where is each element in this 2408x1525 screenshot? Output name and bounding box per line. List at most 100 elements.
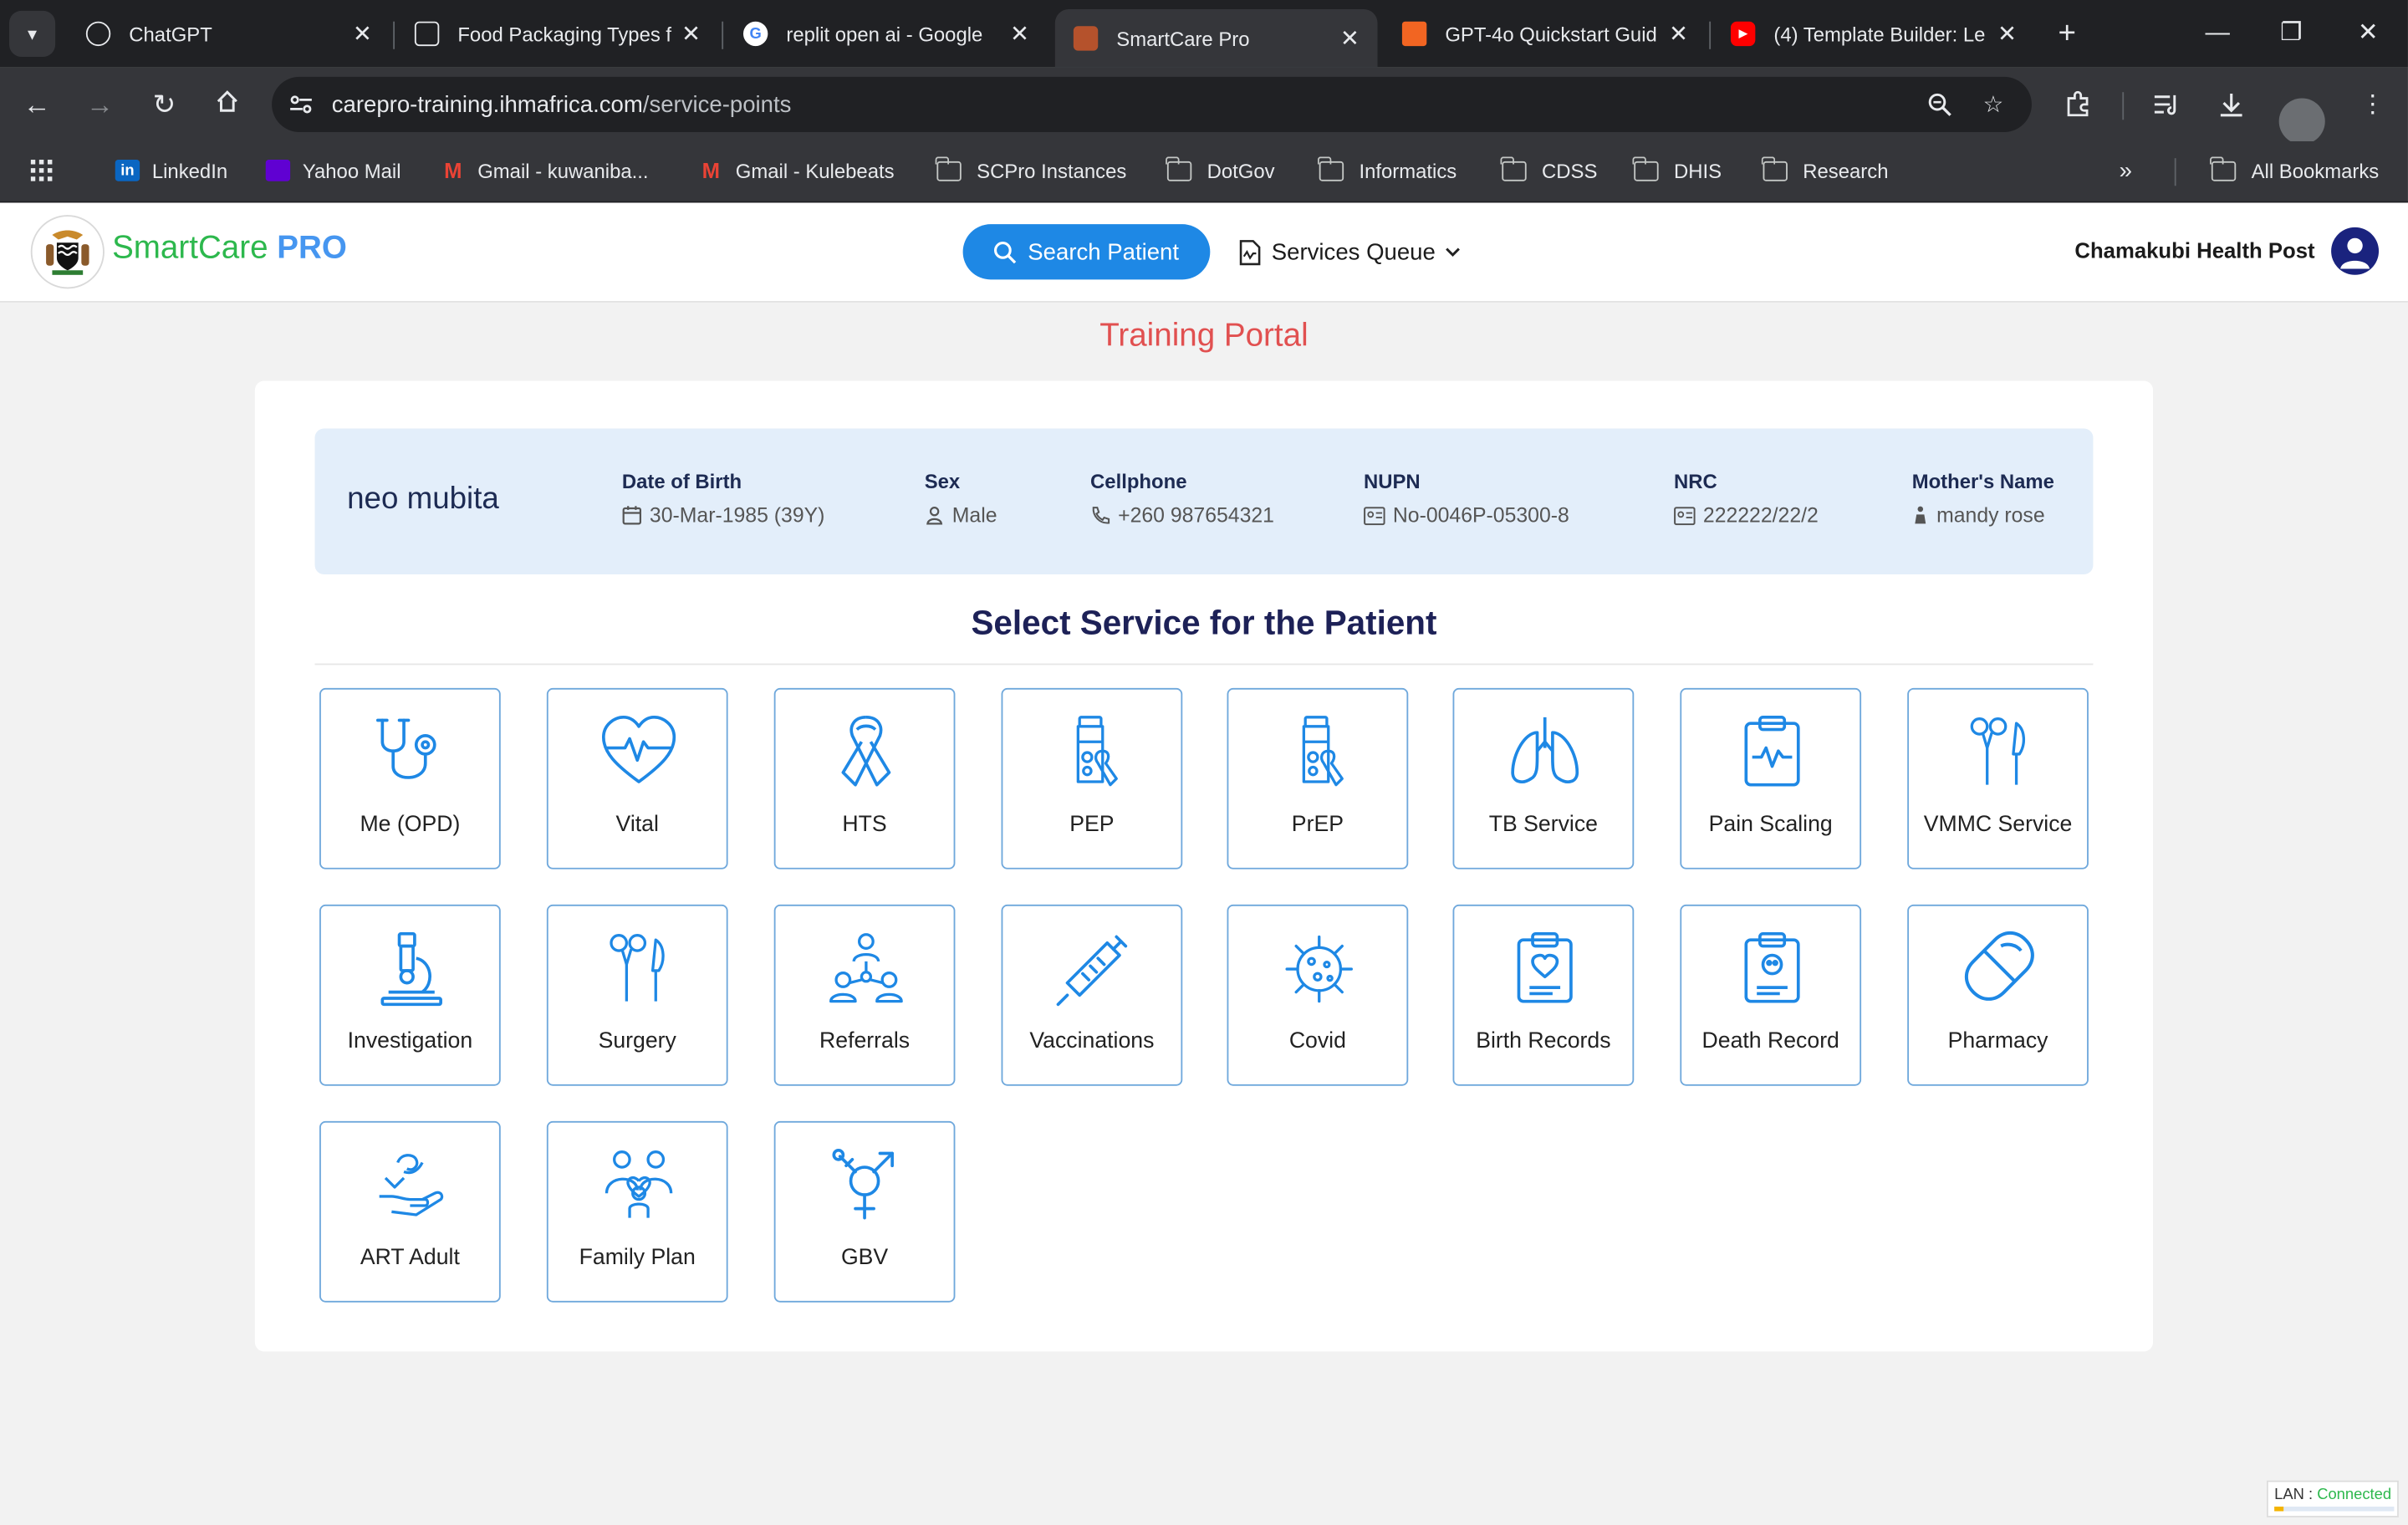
address-bar[interactable]: carepro-training.ihmafrica.com/service-p… (272, 76, 2032, 132)
more-bookmarks-chevron-icon[interactable]: » (2120, 154, 2132, 187)
site-info-icon[interactable] (279, 83, 322, 125)
service-tile-referrals[interactable]: Referrals (773, 904, 956, 1086)
forward-button[interactable]: → (79, 83, 121, 125)
tab-title: ChatGPT (129, 22, 212, 46)
syringe-icon (1056, 935, 1128, 1007)
close-icon[interactable]: ✕ (344, 20, 380, 48)
portal-title: Training Portal (1099, 318, 1309, 354)
bookmark-star-icon[interactable]: ☆ (1972, 83, 2014, 125)
close-icon[interactable]: ✕ (1660, 20, 1696, 48)
restore-button[interactable]: ❐ (2261, 13, 2322, 55)
close-icon[interactable]: ✕ (1331, 24, 1368, 52)
reload-button[interactable]: ↻ (143, 83, 186, 125)
mother-child-icon (1915, 506, 1926, 524)
close-window-button[interactable]: ✕ (2337, 13, 2398, 55)
brand-logo-text[interactable]: SmartCare PRO (112, 231, 347, 268)
heart-pulse-icon (601, 715, 676, 783)
service-tile-tb[interactable]: TB Service (1452, 687, 1635, 870)
bookmark-folder-cdss[interactable]: CDSS (1501, 154, 1597, 187)
browser-tabstrip: ▾ ChatGPT ✕ Food Packaging Types f ✕ G r… (0, 0, 2408, 68)
family-icon (605, 1150, 673, 1218)
bookmark-gmail-1[interactable]: M Gmail - kuwaniba... (441, 154, 648, 187)
bookmark-yahoo-mail[interactable]: Yahoo Mail (265, 154, 401, 187)
home-icon (217, 90, 237, 112)
perplexity-icon (414, 21, 440, 47)
profile-avatar-icon[interactable] (2278, 98, 2325, 145)
patient-name: neo mubita (347, 482, 499, 517)
divider (314, 663, 2094, 666)
tab-search-button[interactable]: ▾ (9, 10, 56, 57)
user-account-icon[interactable] (2331, 227, 2380, 275)
browser-tab[interactable]: Food Packaging Types f ✕ (396, 9, 719, 59)
service-tile-prep[interactable]: PrEP (1227, 687, 1409, 870)
new-tab-button[interactable]: + (2048, 13, 2085, 55)
queue-document-icon (1239, 239, 1261, 265)
patient-dob: Date of Birth 30-Mar-1985 (39Y) (621, 470, 825, 528)
service-tile-vmmc[interactable]: VMMC Service (1907, 687, 2089, 870)
patient-mother: Mother's Name mandy rose (1911, 470, 2054, 528)
coat-of-arms-logo[interactable] (30, 215, 105, 289)
id-card-icon (1674, 506, 1696, 525)
services-queue-dropdown[interactable]: Services Queue (1237, 233, 1472, 270)
tab-title: Food Packaging Types f (457, 22, 672, 46)
service-tile-hts[interactable]: HTS (773, 687, 956, 870)
gmail-icon: M (444, 158, 462, 183)
calendar-icon (622, 506, 642, 525)
person-icon (926, 506, 943, 525)
people-network-icon (829, 933, 903, 1003)
bookmark-gmail-2[interactable]: M Gmail - Kulebeats (699, 154, 895, 187)
service-tile-art-adult[interactable]: ART Adult (319, 1120, 501, 1303)
bookmark-folder-scpro[interactable]: SCPro Instances (936, 154, 1126, 187)
chunk-icon (1401, 21, 1427, 47)
app-header: SmartCare PRO Search Patient Services Qu… (0, 202, 2408, 303)
service-tile-family-plan[interactable]: Family Plan (546, 1120, 728, 1303)
media-controls-icon[interactable] (2145, 83, 2188, 125)
service-tile-covid[interactable]: Covid (1227, 904, 1409, 1086)
section-title: Select Service for the Patient (971, 603, 1437, 642)
browser-tab-active[interactable]: SmartCare Pro ✕ (1054, 9, 1378, 68)
bookmarks-bar: in LinkedIn Yahoo Mail M Gmail - kuwanib… (0, 140, 2408, 203)
minimize-button[interactable]: — (2186, 13, 2247, 55)
all-bookmarks-folder[interactable]: All Bookmarks (2210, 154, 2379, 187)
folder-icon (1633, 156, 1659, 181)
service-tile-death-record[interactable]: Death Record (1680, 904, 1862, 1086)
service-tile-pharmacy[interactable]: Pharmacy (1907, 904, 2089, 1086)
search-patient-button[interactable]: Search Patient (962, 224, 1211, 280)
browser-tab[interactable]: G replit open ai - Google ✕ (725, 9, 1048, 59)
extensions-icon[interactable] (2056, 83, 2099, 125)
hand-pill-icon (379, 1154, 444, 1216)
service-tile-pep[interactable]: PEP (1001, 687, 1183, 870)
service-tile-opd[interactable]: Me (OPD) (319, 687, 501, 870)
service-tile-vital[interactable]: Vital (546, 687, 728, 870)
home-button[interactable] (206, 83, 248, 125)
apps-grid-icon[interactable] (30, 154, 53, 187)
tab-title: SmartCare Pro (1116, 27, 1250, 50)
browser-tab[interactable]: GPT-4o Quickstart Guid ✕ (1384, 9, 1707, 59)
yahoo-icon (265, 160, 291, 181)
service-tile-gbv[interactable]: GBV (773, 1120, 956, 1303)
google-icon: G (742, 21, 768, 47)
downloads-icon[interactable] (2210, 83, 2252, 125)
back-button[interactable]: ← (15, 83, 58, 125)
service-tile-surgery[interactable]: Surgery (546, 904, 728, 1086)
service-tile-birth-records[interactable]: Birth Records (1452, 904, 1635, 1086)
close-icon[interactable]: ✕ (1989, 20, 2026, 48)
browser-tab[interactable]: ChatGPT ✕ (68, 9, 390, 59)
zoom-icon[interactable] (1918, 83, 1961, 125)
close-icon[interactable]: ✕ (672, 20, 709, 48)
menu-kebab-icon[interactable]: ⋮ (2351, 83, 2394, 125)
browser-tab[interactable]: ▶ (4) Template Builder: Le ✕ (1712, 9, 2035, 59)
linkedin-icon: in (115, 160, 140, 181)
close-icon[interactable]: ✕ (1002, 20, 1038, 48)
tab-title: replit open ai - Google (786, 22, 983, 46)
bookmark-folder-informatics[interactable]: Informatics (1318, 154, 1457, 187)
service-tile-vaccinations[interactable]: Vaccinations (1001, 904, 1183, 1086)
chatgpt-icon (85, 21, 111, 47)
bookmark-folder-dhis[interactable]: DHIS (1633, 154, 1722, 187)
bookmark-folder-dotgov[interactable]: DotGov (1166, 154, 1275, 187)
service-tile-pain-scaling[interactable]: Pain Scaling (1680, 687, 1862, 870)
service-tile-investigation[interactable]: Investigation (319, 904, 501, 1086)
bookmark-linkedin[interactable]: in LinkedIn (115, 154, 227, 187)
bookmark-folder-research[interactable]: Research (1762, 154, 1888, 187)
stethoscope-icon (375, 718, 436, 779)
